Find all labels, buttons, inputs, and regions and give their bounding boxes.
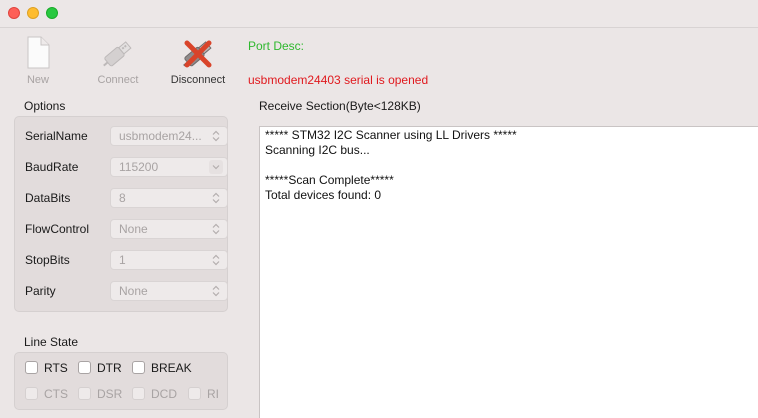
minimize-window-button[interactable] — [27, 7, 39, 19]
usb-plug-x-icon — [183, 40, 212, 68]
line-state-title: Line State — [24, 335, 79, 349]
serialname-value: usbmodem24... — [119, 129, 202, 143]
stopbits-select[interactable]: 1 — [110, 250, 228, 270]
rts-label: RTS — [44, 361, 68, 375]
connect-button-label: Connect — [97, 74, 139, 86]
chevron-up-down-icon — [212, 130, 220, 142]
close-window-button[interactable] — [8, 7, 20, 19]
cts-label: CTS — [44, 387, 68, 401]
receive-text-area[interactable]: ***** STM32 I2C Scanner using LL Drivers… — [259, 126, 758, 418]
line-state-outputs: RTS DTR BREAK — [25, 360, 225, 376]
stopbits-label: StopBits — [25, 253, 70, 267]
rts-checkbox[interactable]: RTS — [25, 360, 73, 376]
rts-checkbox-box[interactable] — [25, 361, 38, 374]
line-state-panel: RTS DTR BREAK CTS DSR DCD RI — [14, 352, 228, 410]
flowcontrol-select[interactable]: None — [110, 219, 228, 239]
chevron-up-down-icon — [212, 223, 220, 235]
options-panel: SerialName usbmodem24... BaudRate 115200… — [14, 116, 228, 312]
cts-indicator-box — [25, 387, 38, 400]
disconnect-button-label: Disconnect — [170, 74, 226, 86]
dcd-indicator-box — [132, 387, 145, 400]
line-state-inputs: CTS DSR DCD RI — [25, 386, 225, 402]
option-databits: DataBits 8 — [25, 188, 228, 208]
document-icon — [27, 36, 50, 69]
dsr-indicator: DSR — [78, 386, 126, 402]
connect-button[interactable]: Connect — [92, 36, 144, 86]
parity-select[interactable]: None — [110, 281, 228, 301]
flowcontrol-label: FlowControl — [25, 222, 90, 236]
break-checkbox[interactable]: BREAK — [132, 360, 194, 376]
serialname-label: SerialName — [25, 129, 88, 143]
receive-line: Scanning I2C bus... — [265, 143, 370, 157]
receive-line: Total devices found: 0 — [265, 188, 382, 202]
dcd-indicator: DCD — [132, 386, 182, 402]
receive-line — [265, 158, 758, 173]
databits-label: DataBits — [25, 191, 71, 205]
dcd-label: DCD — [151, 387, 177, 401]
baudrate-value: 115200 — [119, 160, 159, 174]
dsr-indicator-box — [78, 387, 91, 400]
option-flowcontrol: FlowControl None — [25, 219, 228, 239]
receive-line: ***** STM32 I2C Scanner using LL Drivers… — [265, 128, 517, 142]
dtr-checkbox-box[interactable] — [78, 361, 91, 374]
dtr-label: DTR — [97, 361, 122, 375]
port-description: Port Desc: — [248, 39, 305, 53]
ri-label: RI — [207, 387, 219, 401]
parity-value: None — [119, 284, 148, 298]
receive-line: *****Scan Complete***** — [265, 173, 394, 187]
cts-indicator: CTS — [25, 386, 73, 402]
zoom-window-button[interactable] — [46, 7, 58, 19]
baudrate-combobox[interactable]: 115200 — [110, 157, 228, 177]
dtr-checkbox[interactable]: DTR — [78, 360, 126, 376]
break-label: BREAK — [151, 361, 192, 375]
option-parity: Parity None — [25, 281, 228, 301]
flowcontrol-value: None — [119, 222, 148, 236]
databits-value: 8 — [119, 191, 126, 205]
status-message: usbmodem24403 serial is opened — [248, 73, 429, 87]
serialname-select[interactable]: usbmodem24... — [110, 126, 228, 146]
option-stopbits: StopBits 1 — [25, 250, 228, 270]
break-checkbox-box[interactable] — [132, 361, 145, 374]
disconnect-button[interactable]: Disconnect — [168, 36, 228, 86]
window-titlebar — [0, 0, 758, 28]
receive-section-title: Receive Section(Byte<128KB) — [259, 99, 421, 113]
chevron-up-down-icon — [212, 285, 220, 297]
chevron-up-down-icon — [212, 254, 220, 266]
ri-indicator: RI — [188, 386, 224, 402]
baudrate-label: BaudRate — [25, 160, 79, 174]
dsr-label: DSR — [97, 387, 123, 401]
usb-plug-icon — [103, 41, 132, 67]
parity-label: Parity — [25, 284, 56, 298]
chevron-down-icon[interactable] — [209, 160, 223, 174]
option-baudrate: BaudRate 115200 — [25, 157, 228, 177]
new-button-label: New — [26, 74, 49, 86]
options-title: Options — [24, 99, 66, 113]
chevron-up-down-icon — [212, 192, 220, 204]
option-serialname: SerialName usbmodem24... — [25, 126, 228, 146]
new-button[interactable]: New — [22, 36, 54, 86]
ri-indicator-box — [188, 387, 201, 400]
stopbits-value: 1 — [119, 253, 126, 267]
databits-select[interactable]: 8 — [110, 188, 228, 208]
